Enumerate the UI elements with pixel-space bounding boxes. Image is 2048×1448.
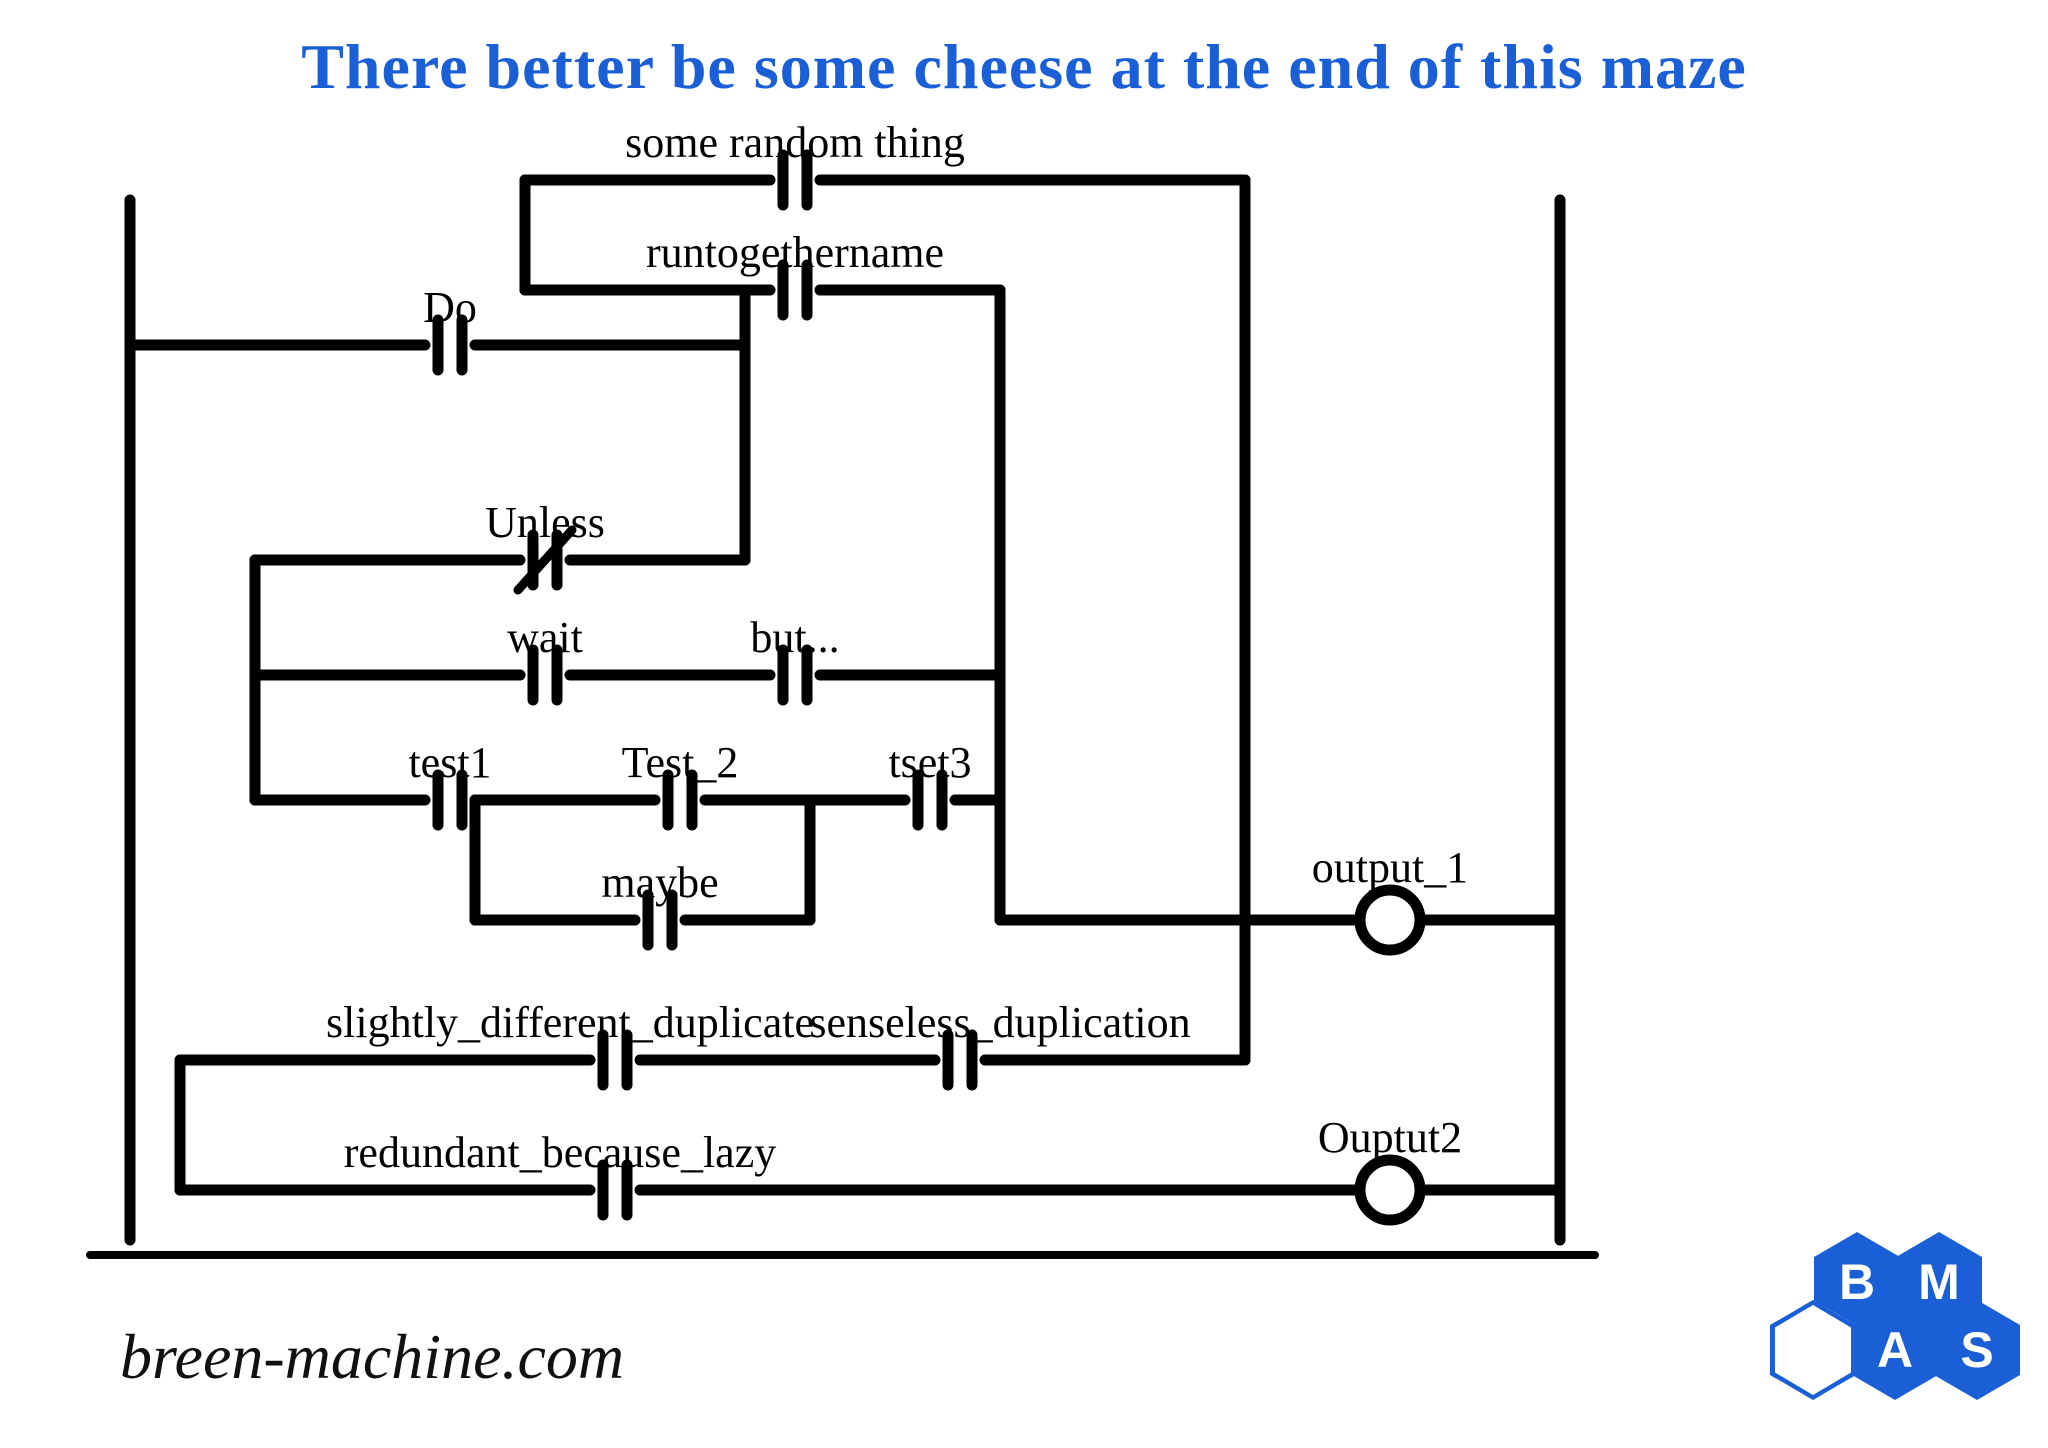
label-do: Do [423, 282, 477, 335]
label-output-2: Ouptut2 [1318, 1112, 1462, 1165]
coil-output-1 [1360, 890, 1420, 950]
label-output-1: output_1 [1312, 842, 1468, 895]
label-unless: Unless [485, 497, 605, 550]
label-tset3: tset3 [888, 737, 971, 790]
label-slightly-different-duplicate: slightly_different_duplicate [326, 997, 814, 1050]
label-test2: Test_2 [622, 737, 739, 790]
ladder-diagram [0, 0, 2048, 1448]
coil-output-2 [1360, 1160, 1420, 1220]
label-test1: test1 [408, 737, 491, 790]
logo-bmas: B M A S [1816, 1234, 2018, 1398]
label-but: but... [750, 612, 839, 665]
label-senseless-duplication: senseless_duplication [809, 997, 1190, 1050]
label-maybe: maybe [601, 857, 718, 910]
label-wait: wait [507, 612, 583, 665]
label-runtogethername: runtogethername [646, 227, 944, 280]
label-some-random-thing: some random thing [625, 117, 965, 170]
footer-url: breen-machine.com [120, 1320, 624, 1394]
label-redundant-because-lazy: redundant_because_lazy [344, 1127, 776, 1180]
